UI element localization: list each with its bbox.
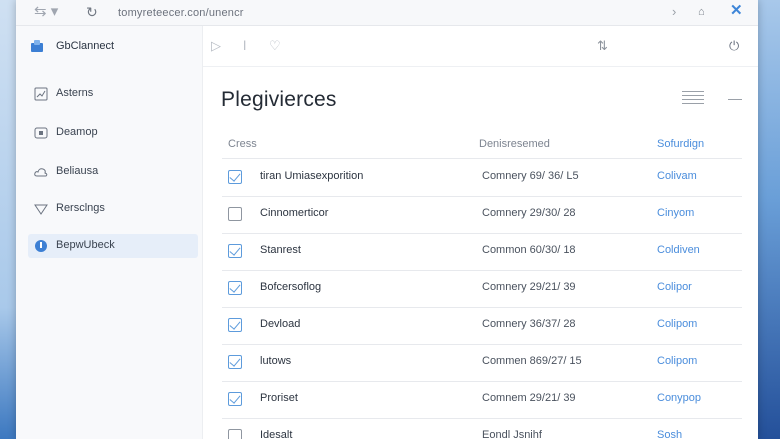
row-name: Cinnomerticor — [260, 207, 329, 219]
brand-logo-icon — [31, 40, 43, 52]
sidebar-item-rersclngs[interactable]: Rersclngs — [28, 197, 198, 221]
refresh-icon[interactable]: ↻ — [86, 3, 104, 21]
row-name: Idesalt — [260, 429, 293, 439]
table-row[interactable]: Cinnomerticor Comnery 29/30/ 28 Cinyom — [222, 196, 742, 234]
minimize-icon[interactable] — [728, 99, 742, 100]
row-checkbox[interactable] — [228, 170, 242, 184]
sidebar-item-label: BepwUbeck — [56, 239, 115, 251]
row-action-link[interactable]: Coldiven — [657, 244, 700, 256]
column-header-name[interactable]: Cress — [228, 138, 257, 150]
row-name: Stanrest — [260, 244, 301, 256]
info-icon — [35, 240, 47, 252]
url-field[interactable]: tomyreteecer.con/unencr — [118, 5, 244, 21]
row-name: tiran Umiasexporition — [260, 170, 364, 182]
row-date: Eondl Jsnihf — [482, 429, 542, 439]
sidebar-item-label: Asterns — [56, 87, 94, 99]
window-icon — [34, 127, 48, 139]
sidebar-item-bepwubeck[interactable]: BepwUbeck — [28, 234, 198, 258]
sidebar-item-deamop[interactable]: Deamop — [28, 121, 198, 145]
row-checkbox[interactable] — [228, 281, 242, 295]
column-header-action[interactable]: Sofurdign — [657, 138, 704, 150]
checkmark-icon — [229, 318, 241, 330]
row-action-link[interactable]: Colipor — [657, 281, 692, 293]
row-date: Comnem 29/21/ 39 — [482, 392, 576, 404]
list-view-icon[interactable] — [682, 90, 704, 106]
row-name: Bofcersoflog — [260, 281, 322, 293]
row-checkbox[interactable] — [228, 207, 242, 221]
table-row[interactable]: tiran Umiasexporition Comnery 69/ 36/ L5… — [222, 159, 742, 197]
chart-icon — [34, 87, 48, 101]
row-action-link[interactable]: Sosh — [657, 429, 682, 439]
close-icon[interactable]: ✕ — [730, 2, 743, 20]
sidebar-item-asterns[interactable]: Asterns — [28, 82, 198, 106]
back-forward-icon[interactable]: ⇆ ▾ — [34, 3, 68, 21]
desktop-background-left — [0, 0, 16, 439]
brand-label: GbClannect — [56, 40, 115, 52]
app-window: ⇆ ▾ ↻ tomyreteecer.con/unencr › ⌂ ✕ GbCl… — [16, 0, 758, 439]
sort-icon[interactable]: ⇅ — [597, 38, 608, 54]
table-header: Cress Denisresemed Sofurdign — [222, 132, 742, 159]
row-date: Common 60/30/ 18 — [482, 244, 576, 256]
address-bar: ⇆ ▾ ↻ tomyreteecer.con/unencr › ⌂ ✕ — [16, 0, 758, 26]
sidebar-item-label: Rersclngs — [56, 202, 105, 214]
table-row[interactable]: Bofcersoflog Comnery 29/21/ 39 Colipor — [222, 270, 742, 308]
sidebar-item-label: Deamop — [56, 126, 98, 138]
sidebar: GbClannect Asterns Deamop Beliausa Rersc… — [16, 26, 203, 439]
row-name: Devload — [260, 318, 301, 330]
row-action-link[interactable]: Colivam — [657, 170, 697, 182]
checkmark-icon — [229, 170, 241, 182]
table-row[interactable]: Devload Comnery 36/37/ 28 Colipom — [222, 307, 742, 345]
row-action-link[interactable]: Cinyom — [657, 207, 694, 219]
sidebar-item-beliausa[interactable]: Beliausa — [28, 160, 198, 184]
checkmark-icon — [229, 355, 241, 367]
row-date: Commen 869/27/ 15 — [482, 355, 582, 367]
cloud-icon — [34, 168, 48, 177]
row-action-link[interactable]: Colipom — [657, 355, 697, 367]
row-name: lutows — [260, 355, 292, 367]
table-row[interactable]: lutows Commen 869/27/ 15 Colipom — [222, 344, 742, 382]
checkmark-icon — [229, 281, 241, 293]
row-date: Comnery 36/37/ 28 — [482, 318, 576, 330]
row-date: Comnery 69/ 36/ L5 — [482, 170, 579, 182]
row-checkbox[interactable] — [228, 318, 242, 332]
checkmark-icon — [229, 392, 241, 404]
table-row[interactable]: Proriset Comnem 29/21/ 39 Conypop — [222, 381, 742, 419]
row-date: Comnery 29/21/ 39 — [482, 281, 576, 293]
checkmark-icon — [229, 244, 241, 256]
column-header-date[interactable]: Denisresemed — [479, 138, 550, 150]
row-checkbox[interactable] — [228, 429, 242, 439]
row-action-link[interactable]: Conypop — [657, 392, 701, 404]
page-title: Plegivierces — [221, 88, 337, 111]
row-date: Comnery 29/30/ 28 — [482, 207, 576, 219]
row-action-link[interactable]: Colipom — [657, 318, 697, 330]
row-name: Proriset — [260, 392, 298, 404]
chevron-right-icon[interactable]: › — [672, 3, 676, 21]
home-icon[interactable]: ⌂ — [698, 4, 705, 20]
row-checkbox[interactable] — [228, 355, 242, 369]
row-checkbox[interactable] — [228, 392, 242, 406]
row-checkbox[interactable] — [228, 244, 242, 258]
table-row[interactable]: Stanrest Common 60/30/ 18 Coldiven — [222, 233, 742, 271]
shield-icon — [34, 204, 48, 215]
toolbar: ▷ ǀ ♡ ⇅ ⏻ — [203, 26, 758, 67]
table-row[interactable]: Idesalt Eondl Jsnihf Sosh — [222, 418, 742, 439]
desktop-background-right — [758, 0, 780, 439]
heart-icon[interactable]: ♡ — [269, 38, 281, 54]
play-icon[interactable]: ▷ — [211, 38, 221, 54]
power-icon[interactable]: ⏻ — [729, 38, 739, 54]
info-small-icon[interactable]: ǀ — [243, 38, 246, 54]
sidebar-item-label: Beliausa — [56, 165, 99, 177]
